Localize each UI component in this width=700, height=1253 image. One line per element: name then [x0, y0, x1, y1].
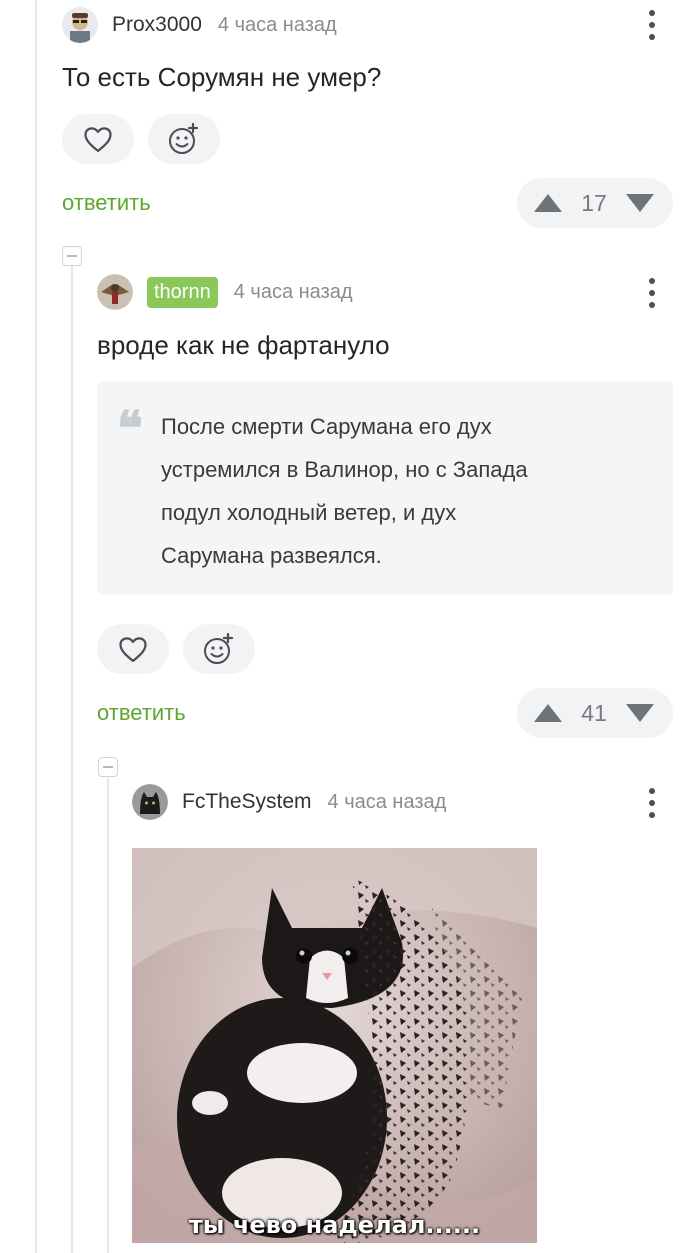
- cat-meme-image: [132, 848, 537, 1243]
- kebab-menu-icon[interactable]: [648, 278, 656, 308]
- username[interactable]: thornn: [147, 276, 218, 308]
- timestamp: 4 часа назад: [217, 13, 337, 36]
- quote-icon: ❝: [117, 401, 143, 457]
- kebab-menu-icon[interactable]: [648, 10, 656, 40]
- username[interactable]: Prox3000: [112, 13, 202, 37]
- smile-plus-icon: [204, 632, 234, 664]
- quote-text: После смерти Сарумана его дух устремился…: [161, 405, 621, 577]
- collapse-icon[interactable]: [98, 757, 118, 777]
- comment-text: вроде как не фартануло: [97, 330, 390, 360]
- timestamp: 4 часа назад: [327, 790, 447, 813]
- username[interactable]: FcTheSystem: [182, 790, 312, 814]
- quote-block: ❝ После смерти Сарумана его дух устремил…: [97, 381, 673, 595]
- quote-line: устремился в Валинор, но с Запада: [161, 457, 528, 482]
- comment-text: То есть Сорумян не умер?: [62, 62, 382, 92]
- rating-control: 41: [517, 688, 673, 738]
- comment-image[interactable]: ты чево наделал......: [132, 848, 537, 1243]
- thread-line: [35, 0, 37, 1253]
- react-button[interactable]: [183, 624, 255, 674]
- quote-line: подул холодный ветер, и дух: [161, 500, 457, 525]
- kebab-menu-icon[interactable]: [648, 788, 656, 818]
- comment-header: thornn 4 часа назад: [97, 274, 353, 310]
- avatar[interactable]: [62, 7, 98, 43]
- triangle-down-icon[interactable]: [625, 703, 655, 723]
- heart-icon: [84, 127, 112, 152]
- like-button[interactable]: [97, 624, 169, 674]
- quote-line: После смерти Сарумана его дух: [161, 414, 492, 439]
- reply-button[interactable]: ответить: [97, 700, 186, 726]
- triangle-up-icon[interactable]: [533, 193, 563, 213]
- thread-line: [71, 266, 73, 1253]
- thread-line: [107, 778, 109, 1253]
- quote-line: Сарумана развеялся.: [161, 543, 382, 568]
- comment-header: Prox3000 4 часа назад: [62, 7, 337, 43]
- heart-icon: [119, 637, 147, 662]
- avatar[interactable]: [132, 784, 168, 820]
- comment-header: FcTheSystem 4 часа назад: [132, 784, 446, 820]
- rating-count: 17: [581, 189, 607, 216]
- react-button[interactable]: [148, 114, 220, 164]
- rating-control: 17: [517, 178, 673, 228]
- collapse-icon[interactable]: [62, 246, 82, 266]
- smile-plus-icon: [169, 122, 199, 154]
- timestamp: 4 часа назад: [233, 280, 353, 303]
- triangle-down-icon[interactable]: [625, 193, 655, 213]
- like-button[interactable]: [62, 114, 134, 164]
- rating-count: 41: [581, 699, 607, 726]
- image-caption: ты чево наделал......: [188, 1211, 481, 1239]
- reply-button[interactable]: ответить: [62, 190, 151, 216]
- triangle-up-icon[interactable]: [533, 703, 563, 723]
- avatar[interactable]: [97, 274, 133, 310]
